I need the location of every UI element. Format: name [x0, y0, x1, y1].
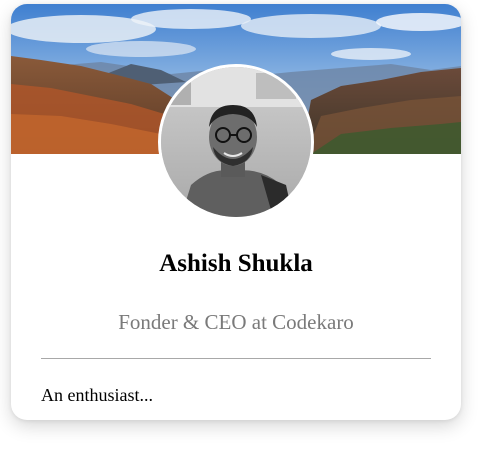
profile-card: Ashish Shukla Fonder & CEO at Codekaro A…	[11, 4, 461, 420]
profile-avatar	[158, 64, 314, 220]
profile-title: Fonder & CEO at Codekaro	[118, 310, 354, 334]
divider	[41, 358, 431, 359]
profile-bio: An enthusiast...	[41, 385, 153, 405]
profile-name: Ashish Shukla	[159, 250, 313, 277]
